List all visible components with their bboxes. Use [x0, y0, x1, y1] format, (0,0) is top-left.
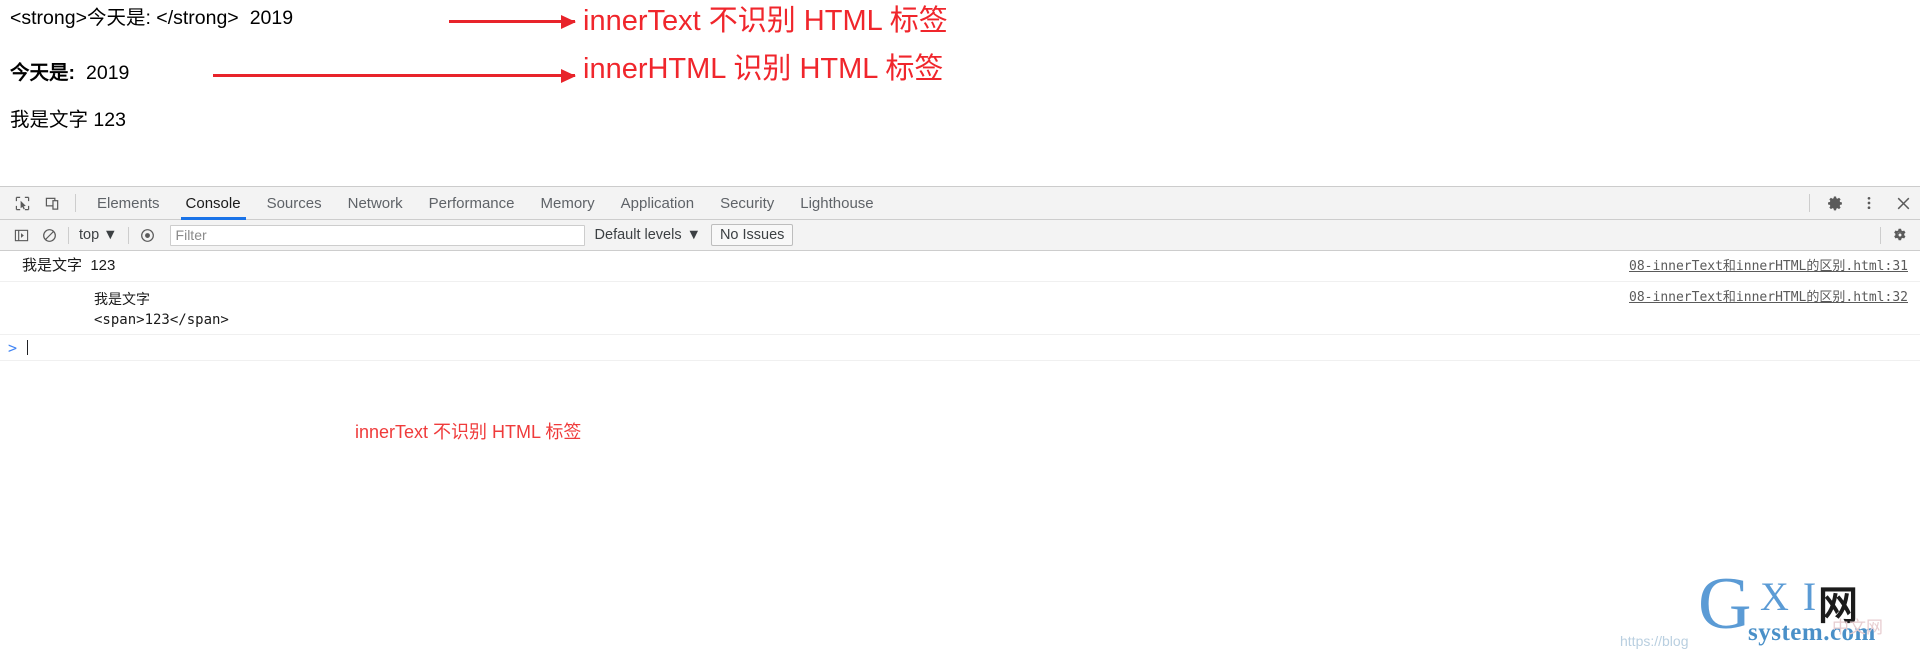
tabstrip-spacer [887, 187, 1801, 219]
console-filter-toolbar: top ▼ Default levels ▼ No Issues [0, 220, 1920, 251]
watermark-ghost-text: 中文网 [1832, 618, 1883, 637]
tab-sources[interactable]: Sources [254, 187, 335, 219]
console-prompt-row[interactable]: > [0, 335, 1920, 362]
clear-console-icon[interactable] [35, 222, 63, 248]
toolbar-divider [68, 226, 69, 244]
context-label: top [79, 227, 100, 243]
tab-application[interactable]: Application [608, 187, 707, 219]
tab-label: Elements [97, 194, 160, 212]
innertext-year-value: 2019 [249, 7, 294, 29]
watermark-logo-wang: 网 [1818, 584, 1858, 628]
inspect-element-icon[interactable] [7, 187, 37, 219]
console-message[interactable]: 我是文字 123 08-innerText和innerHTML的区别.html:… [0, 251, 1920, 282]
console-message-text: 我是文字 <span>123</span> [94, 291, 229, 329]
live-expression-eye-icon[interactable] [134, 222, 162, 248]
tab-lighthouse[interactable]: Lighthouse [787, 187, 886, 219]
more-options-icon[interactable] [1852, 187, 1886, 219]
page-line-innerhtml-output: 今天是: 2019 [10, 62, 130, 84]
annotation-text-innertext: innerText 不识别 HTML 标签 [583, 5, 948, 37]
console-message-source-link[interactable]: 08-innerText和innerHTML的区别.html:32 [1629, 286, 1908, 305]
watermark: https://blog G X I 网 system.com 中文网 [1620, 565, 1900, 655]
page-line-innertext-output: <strong>今天是: </strong> 2019 [10, 7, 294, 29]
chevron-down-icon: ▼ [103, 227, 118, 243]
innertext-raw-markup: <strong>今天是: </strong> [10, 7, 239, 29]
innerhtml-bold-label: 今天是: [10, 62, 75, 84]
devtools-tabstrip: Elements Console Sources Network Perform… [0, 187, 1920, 220]
text-caret [27, 340, 29, 356]
levels-label: Default levels [594, 227, 682, 243]
issues-button[interactable]: No Issues [710, 224, 794, 246]
tab-label: Security [720, 194, 775, 212]
toolbar-divider [127, 226, 129, 244]
console-filter-input[interactable] [169, 224, 585, 246]
device-toolbar-icon[interactable] [37, 187, 67, 219]
prompt-arrow-icon: > [8, 338, 18, 357]
tab-label: Performance [428, 194, 515, 212]
console-message-list[interactable]: 我是文字 123 08-innerText和innerHTML的区别.html:… [0, 251, 1920, 665]
tab-security[interactable]: Security [707, 187, 787, 219]
tab-label: Console [185, 194, 241, 212]
watermark-system-text: system.com [1748, 619, 1876, 646]
console-message[interactable]: 我是文字 <span>123</span> 08-innerText和inner… [0, 282, 1920, 336]
console-settings-gear-icon[interactable] [1886, 222, 1914, 248]
tab-label: Memory [540, 194, 595, 212]
devtools-panel: Elements Console Sources Network Perform… [0, 186, 1920, 665]
page-line-source-text: 我是文字 123 [10, 109, 126, 131]
tab-network[interactable]: Network [335, 187, 416, 219]
tab-label: Application [620, 194, 695, 212]
toolbar-divider [1809, 194, 1810, 212]
tab-memory[interactable]: Memory [528, 187, 608, 219]
annotation-arrow-innertext [449, 14, 576, 29]
tab-elements[interactable]: Elements [84, 187, 173, 219]
log-levels-selector[interactable]: Default levels ▼ [595, 227, 701, 243]
settings-gear-icon[interactable] [1818, 187, 1852, 219]
toolbar-divider [75, 194, 76, 212]
console-area-annotation: innerText 不识别 HTML 标签 [355, 422, 582, 442]
chevron-down-icon: ▼ [686, 227, 701, 243]
annotation-text-innerhtml: innerHTML 识别 HTML 标签 [583, 53, 944, 85]
innerhtml-year-value: 2019 [86, 62, 130, 84]
close-devtools-icon[interactable] [1886, 187, 1920, 219]
annotation-arrow-innerhtml [213, 68, 576, 83]
console-sidebar-icon[interactable] [7, 222, 35, 248]
rendered-page-area: <strong>今天是: </strong> 2019 今天是: 2019 我是文字… [0, 0, 1920, 186]
tab-label: Sources [266, 194, 322, 212]
tab-label: Lighthouse [800, 194, 874, 212]
toolbar-divider [1880, 226, 1881, 244]
console-message-source-link[interactable]: 08-innerText和innerHTML的区别.html:31 [1629, 255, 1908, 274]
tab-console[interactable]: Console [173, 187, 254, 220]
console-message-text: 我是文字 123 [22, 257, 116, 274]
watermark-url: https://blog [1620, 633, 1689, 649]
tab-label: Network [347, 194, 403, 212]
tab-performance[interactable]: Performance [416, 187, 528, 219]
watermark-logo-g: G [1698, 563, 1752, 645]
watermark-logo-xi: X I [1760, 574, 1819, 619]
execution-context-selector[interactable]: top ▼ [74, 227, 123, 243]
